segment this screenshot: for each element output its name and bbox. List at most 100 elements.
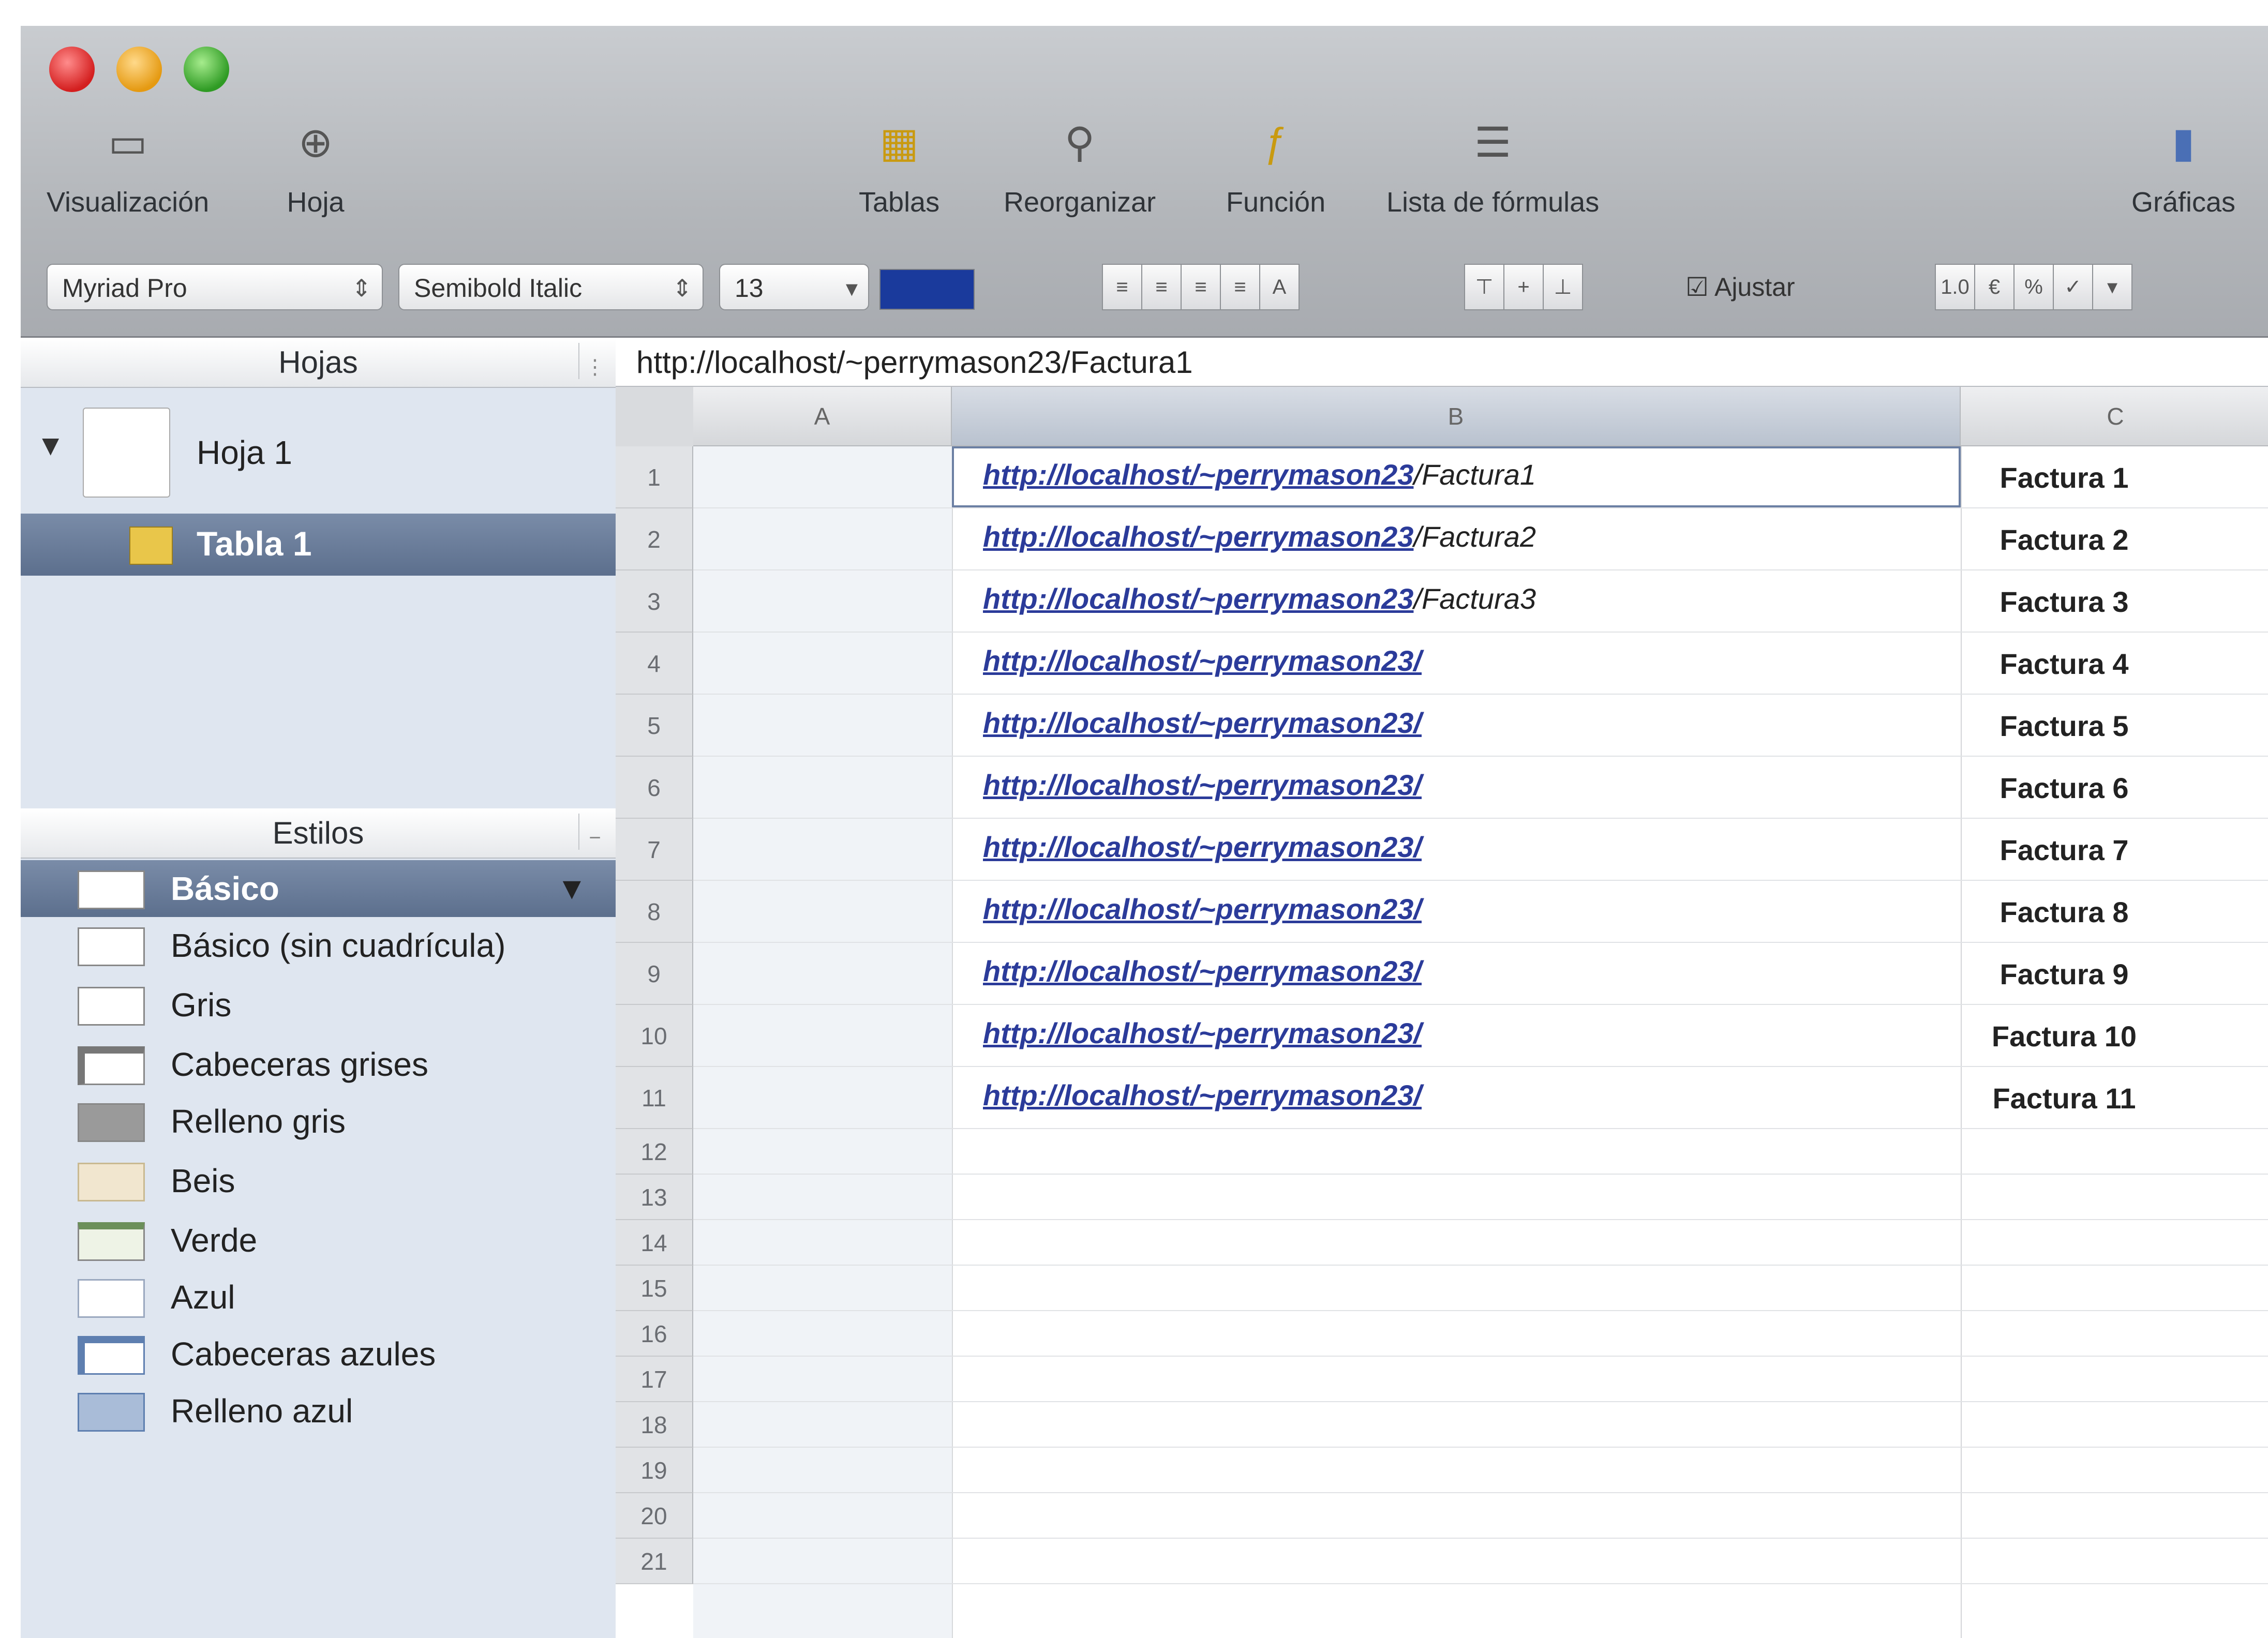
- cell-c[interactable]: Factura 10: [1961, 1019, 2168, 1053]
- text-color-well[interactable]: [879, 269, 975, 310]
- sheet-item[interactable]: ▼ Hoja 1: [21, 397, 616, 501]
- style-item[interactable]: Azul: [21, 1269, 616, 1326]
- formula-list-tool-button[interactable]: ☰ Lista de fórmulas: [1386, 114, 1599, 218]
- view-tool-button[interactable]: ▭ Visualización: [47, 114, 209, 218]
- cell-b[interactable]: http://localhost/~perrymason23/: [983, 892, 1422, 926]
- style-item[interactable]: Cabeceras grises: [21, 1036, 616, 1093]
- row-header[interactable]: 11: [616, 1067, 693, 1129]
- row-header[interactable]: 19: [616, 1448, 693, 1493]
- charts-tool-button[interactable]: ▮ Gráficas: [2131, 114, 2235, 218]
- align-justify-icon[interactable]: ≡: [1220, 264, 1260, 310]
- font-style-select[interactable]: Semibold Italic ⇕: [398, 264, 704, 310]
- column-a-cells[interactable]: [693, 446, 953, 1638]
- align-auto-icon[interactable]: A: [1259, 264, 1300, 310]
- cell-c[interactable]: Factura 8: [1961, 895, 2168, 929]
- table-item-selected[interactable]: Tabla 1: [21, 514, 616, 576]
- reorganize-tool-button[interactable]: ⚲ Reorganizar: [1004, 114, 1156, 218]
- cell-c[interactable]: Factura 7: [1961, 833, 2168, 867]
- row-header[interactable]: 12: [616, 1129, 693, 1175]
- resize-grip-icon[interactable]: ⋮: [578, 343, 610, 379]
- column-header-c[interactable]: C: [1961, 387, 2268, 446]
- row-header[interactable]: 7: [616, 819, 693, 881]
- row-header[interactable]: 1: [616, 446, 693, 508]
- align-bottom-icon[interactable]: ⊥: [1543, 264, 1583, 310]
- row-header[interactable]: 3: [616, 570, 693, 633]
- percent-format-icon[interactable]: %: [2013, 264, 2054, 310]
- cell-c[interactable]: Factura 6: [1961, 771, 2168, 805]
- align-middle-icon[interactable]: +: [1503, 264, 1544, 310]
- row-header[interactable]: 15: [616, 1266, 693, 1311]
- minimize-window-button[interactable]: [116, 47, 162, 92]
- formula-bar[interactable]: http://localhost/~perrymason23/Factura1: [616, 338, 2268, 387]
- currency-format-icon[interactable]: €: [1974, 264, 2015, 310]
- row-header[interactable]: 14: [616, 1220, 693, 1266]
- hyperlink[interactable]: http://localhost/~perrymason23/: [983, 644, 1422, 677]
- checkbox-format-icon[interactable]: ✓: [2053, 264, 2093, 310]
- cell-b[interactable]: http://localhost/~perrymason23/Factura3: [983, 582, 1536, 615]
- row-header[interactable]: 4: [616, 633, 693, 695]
- row-header[interactable]: 13: [616, 1175, 693, 1220]
- hyperlink[interactable]: http://localhost/~perrymason23/: [983, 1017, 1422, 1049]
- style-item[interactable]: Beis: [21, 1152, 616, 1209]
- hyperlink[interactable]: http://localhost/~perrymason23/: [983, 769, 1422, 801]
- disclosure-triangle-icon[interactable]: ▼: [36, 428, 65, 462]
- tables-tool-button[interactable]: ▦ Tablas: [859, 114, 939, 218]
- row-header[interactable]: 9: [616, 943, 693, 1005]
- row-header[interactable]: 8: [616, 881, 693, 943]
- function-tool-button[interactable]: ƒ Función: [1226, 114, 1325, 218]
- more-format-icon[interactable]: ▾: [2092, 264, 2132, 310]
- hyperlink[interactable]: http://localhost/~perrymason23/: [983, 955, 1422, 987]
- collapse-icon[interactable]: −: [578, 814, 610, 850]
- cell-b[interactable]: http://localhost/~perrymason23/: [983, 706, 1422, 740]
- align-center-icon[interactable]: ≡: [1141, 264, 1182, 310]
- wrap-text-checkbox[interactable]: ☑ Ajustar: [1671, 264, 1847, 310]
- cell-c[interactable]: Factura 9: [1961, 957, 2168, 991]
- row-header[interactable]: 18: [616, 1402, 693, 1448]
- cell-b[interactable]: http://localhost/~perrymason23/: [983, 644, 1422, 678]
- style-item[interactable]: Básico ▼: [21, 860, 616, 917]
- table-corner[interactable]: [616, 387, 694, 447]
- cell-b[interactable]: http://localhost/~perrymason23/: [983, 1078, 1422, 1112]
- sheet-tool-button[interactable]: ⊕ Hoja: [285, 114, 347, 218]
- style-item[interactable]: Relleno gris: [21, 1093, 616, 1150]
- cell-c[interactable]: Factura 2: [1961, 523, 2168, 557]
- cell-b[interactable]: http://localhost/~perrymason23/: [983, 830, 1422, 864]
- row-header[interactable]: 2: [616, 508, 693, 570]
- font-size-field[interactable]: 13 ▾: [719, 264, 869, 310]
- style-item[interactable]: Verde: [21, 1212, 616, 1269]
- cell-b[interactable]: http://localhost/~perrymason23/: [983, 954, 1422, 988]
- number-format-icon[interactable]: 1.0: [1935, 264, 1975, 310]
- row-header[interactable]: 6: [616, 757, 693, 819]
- cell-c[interactable]: Factura 4: [1961, 647, 2168, 681]
- row-header[interactable]: 10: [616, 1005, 693, 1067]
- hyperlink[interactable]: http://localhost/~perrymason23: [983, 582, 1413, 615]
- cell-c[interactable]: Factura 11: [1961, 1081, 2168, 1115]
- zoom-window-button[interactable]: [184, 47, 229, 92]
- align-left-icon[interactable]: ≡: [1102, 264, 1142, 310]
- row-header[interactable]: 21: [616, 1539, 693, 1584]
- style-item[interactable]: Relleno azul: [21, 1382, 616, 1439]
- hyperlink[interactable]: http://localhost/~perrymason23/: [983, 1079, 1422, 1111]
- column-header-b[interactable]: B: [952, 387, 1961, 446]
- hyperlink[interactable]: http://localhost/~perrymason23: [983, 520, 1413, 553]
- hyperlink[interactable]: http://localhost/~perrymason23/: [983, 893, 1422, 925]
- font-family-select[interactable]: Myriad Pro ⇕: [47, 264, 383, 310]
- hyperlink[interactable]: http://localhost/~perrymason23/: [983, 707, 1422, 739]
- row-header[interactable]: 5: [616, 695, 693, 757]
- row-header[interactable]: 17: [616, 1357, 693, 1402]
- cell-b[interactable]: http://localhost/~perrymason23/Factura2: [983, 520, 1536, 553]
- align-top-icon[interactable]: ⊤: [1464, 264, 1504, 310]
- cell-b[interactable]: http://localhost/~perrymason23/: [983, 1016, 1422, 1050]
- cell-c[interactable]: Factura 5: [1961, 709, 2168, 743]
- align-right-icon[interactable]: ≡: [1181, 264, 1221, 310]
- cell-c[interactable]: Factura 3: [1961, 585, 2168, 619]
- dropdown-arrow-icon[interactable]: ▼: [557, 870, 587, 906]
- style-item[interactable]: Básico (sin cuadrícula): [21, 917, 616, 974]
- hyperlink[interactable]: http://localhost/~perrymason23/: [983, 831, 1422, 863]
- selected-cell-b1[interactable]: [952, 446, 1961, 507]
- style-item[interactable]: Cabeceras azules: [21, 1326, 616, 1382]
- row-header[interactable]: 20: [616, 1493, 693, 1539]
- row-header[interactable]: 16: [616, 1311, 693, 1357]
- cell-c[interactable]: Factura 1: [1961, 461, 2168, 494]
- style-item[interactable]: Gris: [21, 976, 616, 1033]
